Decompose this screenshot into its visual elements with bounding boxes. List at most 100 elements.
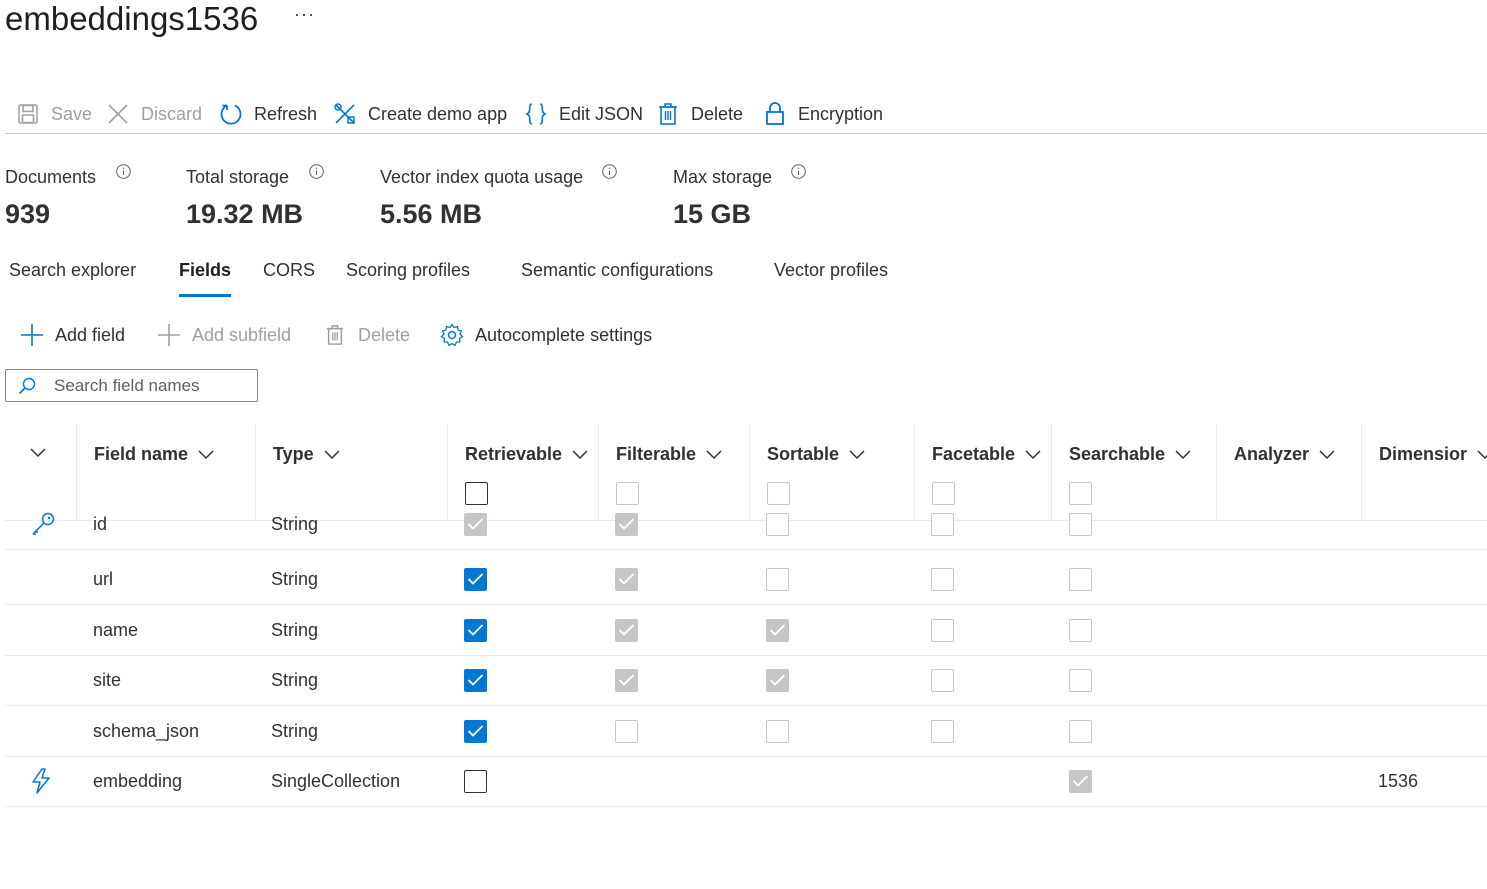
- filterable-checkbox[interactable]: [615, 618, 638, 642]
- autocomplete-settings-button[interactable]: Autocomplete settings: [439, 320, 652, 350]
- encryption-button[interactable]: Encryption: [762, 95, 883, 133]
- tab-cors[interactable]: CORS: [263, 260, 315, 281]
- facetable-checkbox[interactable]: [931, 618, 954, 642]
- delete-index-button[interactable]: Delete: [655, 95, 743, 133]
- create-demo-app-button[interactable]: Create demo app: [332, 95, 507, 133]
- searchable-checkbox[interactable]: [1069, 719, 1092, 743]
- field-name-cell[interactable]: schema_json: [93, 706, 199, 756]
- add-subfield-button[interactable]: Add subfield: [156, 320, 291, 350]
- info-icon[interactable]: [309, 164, 324, 179]
- filterable-cell: [615, 655, 638, 705]
- table-row[interactable]: id String: [5, 499, 1487, 550]
- column-sortable: Sortable: [767, 444, 840, 464]
- facetable-checkbox[interactable]: [931, 567, 954, 591]
- searchable-checkbox[interactable]: [1069, 668, 1092, 692]
- sortable-checkbox[interactable]: [766, 668, 789, 692]
- facetable-cell: [931, 605, 954, 655]
- retrievable-cell: [464, 554, 487, 604]
- discard-button[interactable]: Discard: [105, 95, 202, 133]
- vector-quota-value: 5.56 MB: [380, 199, 483, 229]
- table-row[interactable]: name String: [5, 605, 1487, 656]
- searchable-cell: [1069, 554, 1092, 604]
- sortable-checkbox[interactable]: [766, 719, 789, 743]
- facetable-checkbox[interactable]: [931, 512, 954, 536]
- delete-field-button[interactable]: Delete: [322, 320, 410, 350]
- table-row[interactable]: site String: [5, 655, 1487, 706]
- refresh-icon: [218, 101, 244, 127]
- column-field-name: Field name: [94, 444, 189, 464]
- searchable-checkbox[interactable]: [1069, 567, 1092, 591]
- lightning-icon: [30, 756, 52, 806]
- info-icon[interactable]: [116, 164, 131, 179]
- retrievable-checkbox[interactable]: [464, 567, 487, 591]
- chevron-down-icon: [198, 449, 214, 459]
- retrievable-checkbox[interactable]: [464, 719, 487, 743]
- info-icon[interactable]: [602, 164, 617, 179]
- active-tab-indicator: [179, 294, 231, 297]
- edit-json-button[interactable]: Edit JSON: [523, 95, 643, 133]
- braces-icon: [523, 101, 549, 127]
- add-field-button[interactable]: Add field: [19, 320, 125, 350]
- field-name-cell[interactable]: url: [93, 554, 113, 604]
- max-storage-value: 15 GB: [673, 199, 752, 229]
- searchable-checkbox[interactable]: [1069, 618, 1092, 642]
- save-button[interactable]: Save: [15, 95, 92, 133]
- field-type-cell: String: [271, 720, 319, 741]
- create-demo-app-label: Create demo app: [368, 103, 508, 124]
- refresh-button[interactable]: Refresh: [218, 95, 317, 133]
- chevron-down-icon[interactable]: [30, 448, 46, 458]
- encryption-label: Encryption: [798, 103, 884, 124]
- retrievable-checkbox[interactable]: [464, 769, 487, 793]
- filterable-checkbox[interactable]: [615, 719, 638, 743]
- field-name-cell[interactable]: embedding: [93, 756, 182, 806]
- table-row[interactable]: url String: [5, 554, 1487, 605]
- facetable-cell: [931, 554, 954, 604]
- filterable-checkbox[interactable]: [615, 668, 638, 692]
- facetable-cell: [931, 655, 954, 705]
- tab-search-explorer[interactable]: Search explorer: [9, 260, 136, 281]
- sortable-cell: [766, 499, 789, 549]
- facetable-checkbox[interactable]: [931, 719, 954, 743]
- retrievable-checkbox[interactable]: [464, 668, 487, 692]
- plus-icon: [19, 322, 45, 348]
- trash-icon: [322, 322, 348, 348]
- searchable-cell: [1069, 499, 1092, 549]
- searchable-cell: [1069, 706, 1092, 756]
- tab-semantic-configurations[interactable]: Semantic configurations: [521, 260, 713, 281]
- retrievable-checkbox[interactable]: [464, 618, 487, 642]
- sortable-checkbox[interactable]: [766, 618, 789, 642]
- more-options-button[interactable]: ···: [294, 4, 315, 25]
- discard-label: Discard: [141, 103, 203, 124]
- tab-fields[interactable]: Fields: [179, 260, 231, 281]
- add-subfield-label: Add subfield: [192, 324, 292, 345]
- search-field-names[interactable]: [5, 369, 258, 402]
- documents-label: Documents: [5, 167, 97, 187]
- tab-vector-profiles[interactable]: Vector profiles: [774, 260, 888, 281]
- page-title: embeddings1536: [5, 0, 259, 37]
- field-name-cell[interactable]: name: [93, 605, 138, 655]
- field-type-cell: SingleCollection: [271, 770, 401, 791]
- field-name-cell[interactable]: site: [93, 655, 121, 705]
- retrievable-checkbox[interactable]: [464, 512, 487, 536]
- sortable-checkbox[interactable]: [766, 512, 789, 536]
- field-type-cell: String: [271, 619, 319, 640]
- filterable-checkbox[interactable]: [615, 567, 638, 591]
- tab-scoring-profiles[interactable]: Scoring profiles: [346, 260, 470, 281]
- table-row[interactable]: schema_json String: [5, 706, 1487, 757]
- searchable-checkbox[interactable]: [1069, 512, 1092, 536]
- info-icon[interactable]: [791, 164, 806, 179]
- trash-icon: [655, 101, 681, 127]
- facetable-checkbox[interactable]: [931, 668, 954, 692]
- retrievable-cell: [464, 756, 487, 806]
- filterable-cell: [615, 605, 638, 655]
- searchable-checkbox[interactable]: [1069, 769, 1092, 793]
- delete-field-label: Delete: [358, 324, 411, 345]
- chevron-down-icon: [706, 449, 722, 459]
- save-label: Save: [51, 103, 93, 124]
- table-row[interactable]: embedding SingleCollection 1536: [5, 756, 1487, 807]
- field-name-cell[interactable]: id: [93, 499, 107, 549]
- search-input[interactable]: [54, 370, 249, 401]
- filterable-checkbox[interactable]: [615, 512, 638, 536]
- sortable-checkbox[interactable]: [766, 567, 789, 591]
- filterable-cell: [615, 499, 638, 549]
